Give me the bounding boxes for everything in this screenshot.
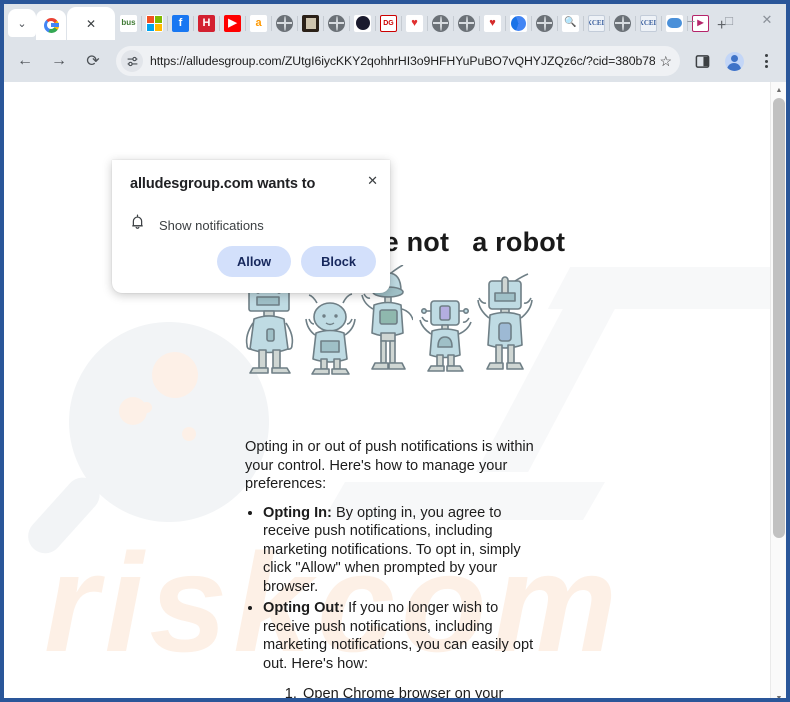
- bookmark-star-icon[interactable]: ☆: [659, 53, 672, 70]
- dialog-close-button[interactable]: ✕: [367, 174, 378, 187]
- steps-list: Open Chrome browser on your desktop. Cli…: [301, 685, 537, 698]
- list-item: Opting In: By opting in, you agree to re…: [263, 504, 537, 597]
- bookmark-heart-red-2[interactable]: ♥: [484, 14, 501, 32]
- bookmark-youtube[interactable]: ▶: [224, 14, 241, 32]
- page-viewport: riskcom ou are not a robot: [4, 82, 786, 699]
- favicon-separator: [219, 15, 220, 31]
- favicon-separator: [583, 15, 584, 31]
- bookmark-dark-globe[interactable]: [354, 14, 371, 32]
- bookmark-search[interactable]: 🔍: [562, 14, 579, 32]
- permission-row: Show notifications: [130, 214, 374, 236]
- favicon-separator: [479, 15, 480, 31]
- favicon-separator: [375, 15, 376, 31]
- bookmark-globe-3[interactable]: [432, 14, 449, 32]
- favicon-separator: [297, 15, 298, 31]
- bell-icon: [130, 214, 145, 236]
- list-item: Open Chrome browser on your desktop.: [301, 685, 537, 698]
- favicon-separator: [505, 15, 506, 31]
- avatar: [724, 51, 744, 71]
- site-settings-icon[interactable]: [121, 50, 143, 72]
- close-tab-icon[interactable]: ✕: [86, 18, 96, 30]
- favicon-separator: [349, 15, 350, 31]
- back-button[interactable]: ←: [10, 46, 40, 76]
- favicon-separator: [141, 15, 142, 31]
- pinned-favicons: busfH▶aDG♥♥🔍XCELXCEL▶: [120, 8, 709, 38]
- robot-figure: [303, 293, 357, 382]
- tab-search-button[interactable]: ⌄: [8, 9, 36, 37]
- favicon-separator: [323, 15, 324, 31]
- bookmark-globe-4[interactable]: [458, 14, 475, 32]
- browser-window: ⌄ ✕ busfH▶aDG♥♥🔍XCELXCEL▶ + – □ ✕ ← → ⟳: [0, 0, 790, 702]
- bookmark-globe-5[interactable]: [536, 14, 553, 32]
- google-icon: [43, 17, 59, 33]
- profile-button[interactable]: [720, 47, 748, 75]
- three-dots-icon: [764, 54, 768, 68]
- address-bar[interactable]: https://alludesgroup.com/ZUtgI6iycKKY2qo…: [116, 46, 680, 76]
- forward-button[interactable]: →: [44, 46, 74, 76]
- bookmark-xcel-1[interactable]: XCEL: [588, 14, 605, 32]
- favicon-separator: [557, 15, 558, 31]
- favicon-separator: [167, 15, 168, 31]
- favicon-separator: [609, 15, 610, 31]
- bookmark-heart-red[interactable]: ♥: [406, 14, 423, 32]
- browser-toolbar: ← → ⟳ https://alludesgroup.com/ZUtgI6iyc…: [4, 40, 786, 82]
- active-tab[interactable]: ✕: [67, 7, 115, 40]
- reload-button[interactable]: ⟳: [78, 46, 108, 76]
- bookmark-amazon[interactable]: a: [250, 14, 267, 32]
- tab-strip: ⌄ ✕ busfH▶aDG♥♥🔍XCELXCEL▶ + – □ ✕: [4, 4, 786, 40]
- close-window-button[interactable]: ✕: [748, 4, 786, 36]
- favicon-separator: [401, 15, 402, 31]
- url-text[interactable]: https://alludesgroup.com/ZUtgI6iycKKY2qo…: [150, 54, 655, 68]
- bookmark-facebook[interactable]: f: [172, 14, 189, 32]
- bookmark-photo[interactable]: [302, 14, 319, 32]
- page-scrollbar[interactable]: ▲ ▼: [770, 82, 786, 699]
- chrome-menu-button[interactable]: [752, 47, 780, 75]
- permission-label: Show notifications: [159, 217, 264, 233]
- favicon-separator: [245, 15, 246, 31]
- chevron-down-icon: ⌄: [17, 17, 27, 30]
- bookmark-chrome[interactable]: [510, 14, 527, 32]
- window-controls: – □ ✕: [672, 4, 786, 36]
- bookmark-h[interactable]: H: [198, 14, 215, 32]
- allow-button[interactable]: Allow: [217, 246, 292, 277]
- bookmark-microsoft[interactable]: [146, 14, 163, 32]
- bookmark-xcel-2[interactable]: XCEL: [640, 14, 657, 32]
- favicon-separator: [531, 15, 532, 31]
- scroll-down-button[interactable]: ▼: [771, 690, 786, 699]
- pinned-tab-google[interactable]: [36, 10, 66, 40]
- bookmark-globe-1[interactable]: [276, 14, 293, 32]
- notification-permission-dialog: alludesgroup.com wants to ✕ Show notific…: [112, 160, 390, 293]
- maximize-button[interactable]: □: [710, 4, 748, 36]
- favicon-separator: [635, 15, 636, 31]
- block-button[interactable]: Block: [301, 246, 376, 277]
- options-list: Opting In: By opting in, you agree to re…: [263, 504, 537, 698]
- favicon-separator: [427, 15, 428, 31]
- favicon-separator: [661, 15, 662, 31]
- bookmark-globe-6[interactable]: [614, 14, 631, 32]
- scrollbar-thumb[interactable]: [773, 98, 785, 538]
- bookmark-bus[interactable]: bus: [120, 14, 137, 32]
- bullet-term: Opting Out:: [263, 600, 345, 617]
- intro-paragraph: Opting in or out of push notifications i…: [245, 439, 534, 493]
- minimize-button[interactable]: –: [672, 4, 710, 36]
- list-item: Opting Out: If you no longer wish to rec…: [263, 599, 537, 698]
- dialog-buttons: Allow Block: [217, 246, 376, 277]
- bookmark-globe-2[interactable]: [328, 14, 345, 32]
- favicon-separator: [453, 15, 454, 31]
- dialog-title: alludesgroup.com wants to: [130, 176, 316, 192]
- side-panel-button[interactable]: [688, 47, 716, 75]
- scroll-up-button[interactable]: ▲: [771, 82, 786, 98]
- robot-figure: [477, 271, 533, 382]
- bookmark-dg[interactable]: DG: [380, 14, 397, 32]
- page-body: Opting in or out of push notifications i…: [237, 438, 537, 698]
- bullet-term: Opting In:: [263, 504, 332, 521]
- robot-figure: [417, 289, 473, 382]
- favicon-separator: [271, 15, 272, 31]
- favicon-separator: [193, 15, 194, 31]
